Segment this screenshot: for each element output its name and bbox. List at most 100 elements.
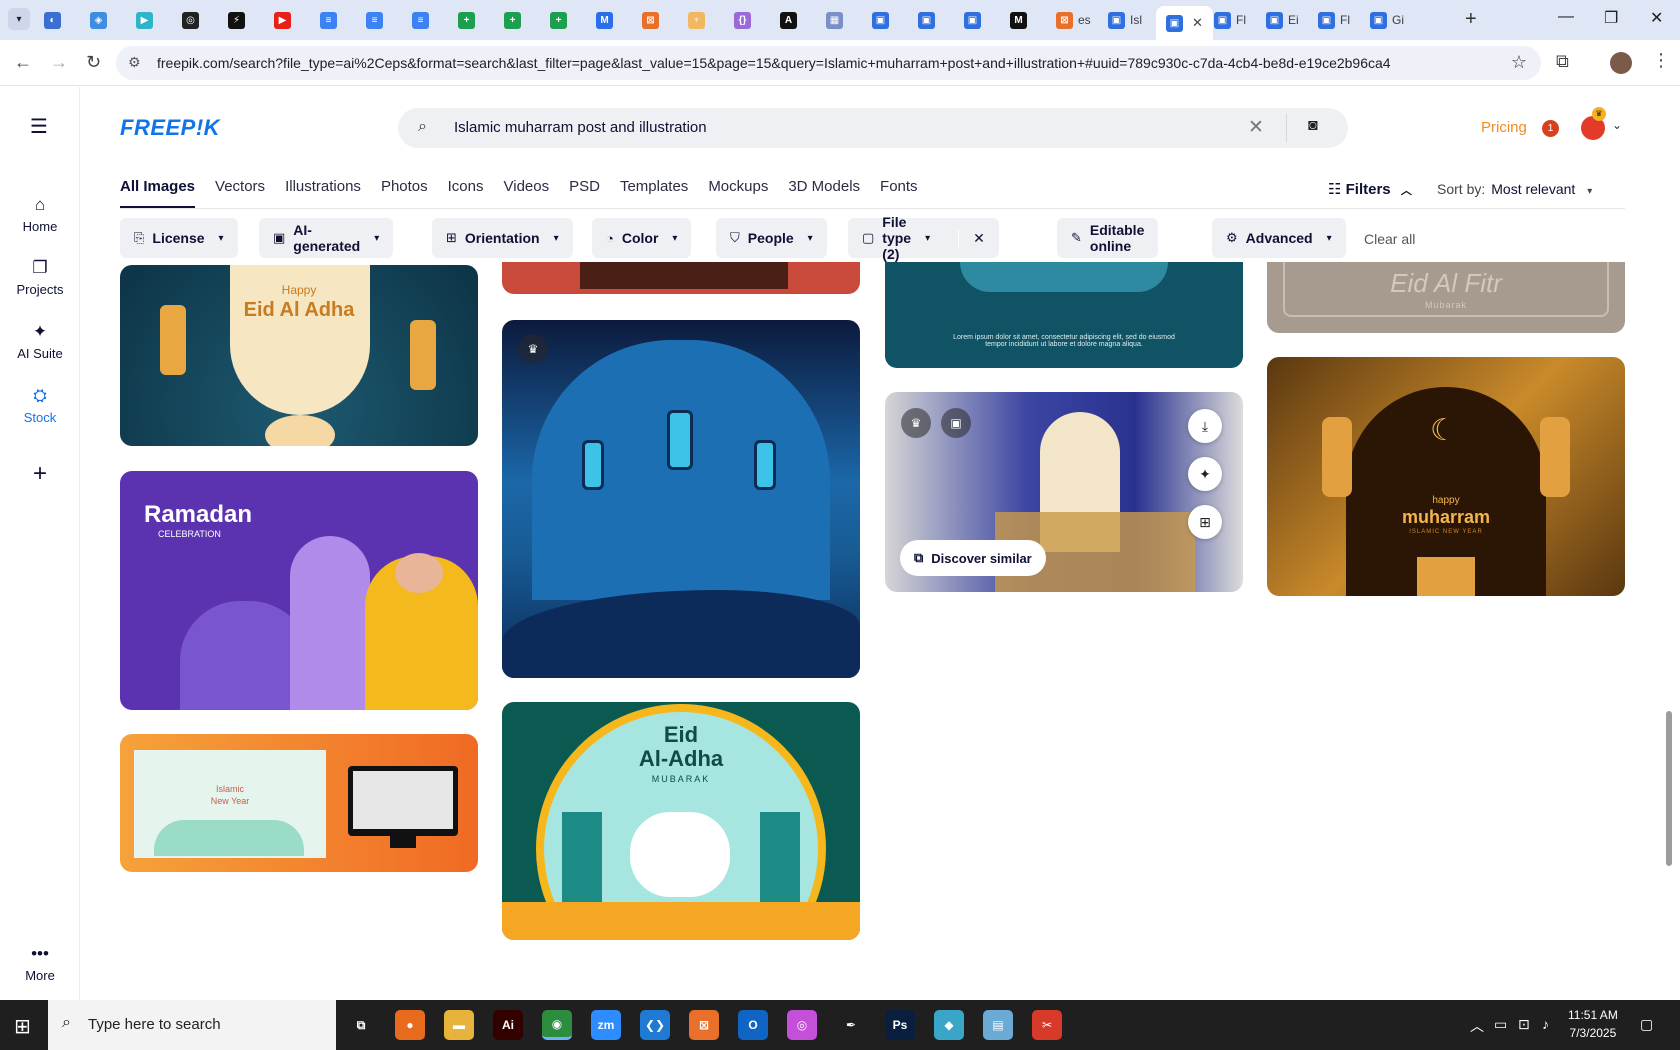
- minimize-icon[interactable]: —: [1558, 8, 1574, 26]
- browser-tab-active[interactable]: ▣ ✕: [1156, 6, 1213, 40]
- close-tab-icon[interactable]: ✕: [1192, 15, 1203, 31]
- taskbar-app-notepad-icon[interactable]: ▤: [983, 1010, 1013, 1040]
- site-info-icon[interactable]: ⚙: [128, 54, 141, 71]
- back-icon[interactable]: ←: [14, 52, 32, 73]
- filter-chip-orientation[interactable]: ⊞ Orientation ▾: [432, 218, 573, 258]
- filter-chip-color[interactable]: ◔ Color ▾: [592, 218, 692, 258]
- browser-tab[interactable]: ▣: [914, 6, 939, 34]
- freepik-logo[interactable]: FREEP!K: [120, 115, 220, 141]
- browser-tab[interactable]: ≡: [408, 6, 433, 34]
- taskbar-chrome-icon[interactable]: ◉: [542, 1010, 572, 1040]
- browser-tab[interactable]: ≡: [362, 6, 387, 34]
- tab-all-images[interactable]: All Images: [120, 178, 196, 208]
- rail-item-home[interactable]: ⌂ Home: [0, 195, 80, 234]
- taskbar-firefox-icon[interactable]: ●: [395, 1010, 425, 1040]
- rail-item-ai-suite[interactable]: ✦ AI Suite: [0, 322, 80, 361]
- tab-videos[interactable]: Videos: [504, 178, 550, 208]
- tray-chevron-icon[interactable]: ︿: [1470, 1016, 1484, 1036]
- tab-psd[interactable]: PSD: [569, 178, 600, 208]
- chevron-down-icon[interactable]: ⌄: [1612, 118, 1622, 132]
- notification-badge[interactable]: 1: [1542, 120, 1559, 137]
- rail-more[interactable]: ••• More: [0, 944, 80, 983]
- result-card-islamic-new-year[interactable]: Islamic New Year: [120, 734, 478, 872]
- browser-tab[interactable]: ◐: [40, 6, 65, 34]
- bookmark-star-icon[interactable]: ☆: [1511, 52, 1527, 73]
- browser-tab[interactable]: +: [500, 6, 525, 34]
- browser-tab[interactable]: ▣ Gi: [1366, 6, 1408, 34]
- browser-tab[interactable]: +: [546, 6, 571, 34]
- browser-tab[interactable]: ▣ Fl: [1210, 6, 1250, 34]
- taskbar-file-explorer-icon[interactable]: ▬: [444, 1010, 474, 1040]
- browser-tab[interactable]: ▶: [132, 6, 157, 34]
- tab-illustrations[interactable]: Illustrations: [285, 178, 361, 208]
- browser-tab[interactable]: ▦: [822, 6, 847, 34]
- result-card-eid-al-adha[interactable]: Happy Eid Al Adha: [120, 265, 478, 446]
- taskbar-app-gradient-icon[interactable]: ◎: [787, 1010, 817, 1040]
- volume-icon[interactable]: ♪: [1542, 1016, 1549, 1032]
- browser-tab[interactable]: ◎: [178, 6, 203, 34]
- result-card-lanterns-desert[interactable]: ♛: [502, 320, 860, 678]
- taskbar-pen-tool-icon[interactable]: ✒: [836, 1010, 866, 1040]
- taskbar-search-input[interactable]: Type here to search: [88, 1016, 221, 1033]
- profile-avatar[interactable]: [1610, 52, 1632, 74]
- notification-center-icon[interactable]: ▢: [1640, 1016, 1653, 1033]
- tab-templates[interactable]: Templates: [620, 178, 688, 208]
- reload-icon[interactable]: ↻: [86, 52, 101, 73]
- browser-tab[interactable]: ◈: [86, 6, 111, 34]
- tab-fonts[interactable]: Fonts: [880, 178, 918, 208]
- rail-item-add[interactable]: +: [0, 460, 80, 492]
- taskbar-photoshop-icon[interactable]: Ps: [885, 1010, 915, 1040]
- taskbar-zoom-icon[interactable]: zm: [591, 1010, 621, 1040]
- filter-chip-license[interactable]: ⎘ License ▾: [120, 218, 238, 258]
- restore-icon[interactable]: ❐: [1604, 8, 1618, 28]
- filters-button[interactable]: ☷ Filters ︿: [1328, 180, 1412, 198]
- tab-photos[interactable]: Photos: [381, 178, 428, 208]
- tab-icons[interactable]: Icons: [448, 178, 484, 208]
- browser-menu-icon[interactable]: ⋮: [1652, 50, 1670, 71]
- windows-start-icon[interactable]: ⊞: [14, 1014, 31, 1039]
- browser-tab[interactable]: ⚡: [224, 6, 249, 34]
- address-bar[interactable]: ⚙ freepik.com/search?file_type=ai%2Ceps&…: [116, 46, 1541, 80]
- forward-icon[interactable]: →: [50, 52, 68, 73]
- result-card-eid-al-adha-sheep[interactable]: Eid Al-Adha MUBARAK: [502, 702, 860, 940]
- search-input[interactable]: Islamic muharram post and illustration: [454, 119, 707, 136]
- camera-search-icon[interactable]: ◙: [1308, 117, 1318, 135]
- taskbar-illustrator-icon[interactable]: Ai: [493, 1010, 523, 1040]
- taskbar-app-snip-icon[interactable]: ✂: [1032, 1010, 1062, 1040]
- browser-tab[interactable]: ▣ Isl: [1104, 6, 1146, 34]
- browser-tab[interactable]: ▣: [960, 6, 985, 34]
- result-card-blue-banner[interactable]: Lorem ipsum dolor sit amet, consectetur …: [885, 262, 1243, 368]
- hamburger-menu-icon[interactable]: ☰: [30, 114, 48, 139]
- extensions-icon[interactable]: ⧉: [1556, 51, 1569, 72]
- device-icon[interactable]: ▭: [1494, 1016, 1507, 1033]
- taskbar-task-view-icon[interactable]: ⧉: [346, 1010, 376, 1040]
- url-text[interactable]: freepik.com/search?file_type=ai%2Ceps&fo…: [157, 55, 1391, 71]
- result-card-ramadan[interactable]: Ramadan CELEBRATION: [120, 471, 478, 710]
- browser-tab[interactable]: M: [1006, 6, 1031, 34]
- browser-tab[interactable]: ≡: [316, 6, 341, 34]
- tab-3d-models[interactable]: 3D Models: [788, 178, 860, 208]
- tab-mockups[interactable]: Mockups: [708, 178, 768, 208]
- filter-chip-file-type-2[interactable]: ▢ File type (2) ▾ ✕: [848, 214, 999, 262]
- rail-item-projects[interactable]: ❐ Projects: [0, 258, 80, 297]
- taskbar-app-orange-icon[interactable]: ⊠: [689, 1010, 719, 1040]
- sort-dropdown[interactable]: Sort by: Most relevant ▾: [1437, 181, 1592, 197]
- pricing-link[interactable]: Pricing: [1481, 119, 1527, 136]
- browser-tab[interactable]: ▣ Ei: [1262, 6, 1303, 34]
- result-card-red-banner[interactable]: [502, 262, 860, 294]
- browser-tab[interactable]: ▣ Fl: [1314, 6, 1354, 34]
- clear-search-icon[interactable]: ✕: [1248, 116, 1264, 139]
- download-icon[interactable]: ⤓: [1188, 409, 1222, 443]
- rail-item-stock[interactable]: ⛭ Stock: [0, 386, 80, 425]
- browser-tab[interactable]: ▣: [868, 6, 893, 34]
- taskbar-vscode-icon[interactable]: ❮❯: [640, 1010, 670, 1040]
- tab-vectors[interactable]: Vectors: [215, 178, 265, 208]
- filter-chip-people[interactable]: ⛉ People ▾: [716, 218, 827, 258]
- browser-tab[interactable]: ⊠ es: [1052, 6, 1095, 34]
- browser-tab[interactable]: ♆: [684, 6, 709, 34]
- close-window-icon[interactable]: ✕: [1650, 8, 1663, 28]
- browser-tab[interactable]: {}: [730, 6, 755, 34]
- taskbar-clock[interactable]: 11:51 AM 7/3/2025: [1568, 1006, 1618, 1042]
- remove-filter-icon[interactable]: ✕: [958, 229, 985, 247]
- clear-all-button[interactable]: Clear all: [1364, 231, 1415, 247]
